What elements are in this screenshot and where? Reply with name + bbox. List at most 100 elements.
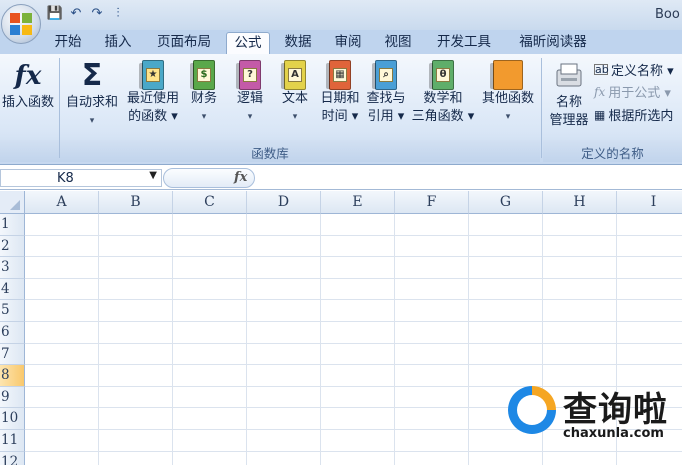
- cell[interactable]: [321, 430, 395, 452]
- date-time-button[interactable]: ▦ 日期和 时间 ▾: [318, 58, 362, 126]
- cell[interactable]: [99, 214, 173, 236]
- cell[interactable]: [25, 365, 99, 387]
- cell[interactable]: [247, 300, 321, 322]
- cell[interactable]: [25, 257, 99, 279]
- row-header-1[interactable]: 1: [0, 214, 25, 236]
- tab-home[interactable]: 开始: [48, 32, 88, 54]
- cell[interactable]: [173, 343, 247, 366]
- cell[interactable]: [617, 300, 682, 322]
- cell[interactable]: [395, 451, 469, 465]
- column-header-H[interactable]: H: [543, 191, 617, 214]
- cell[interactable]: [321, 300, 395, 322]
- column-header-I[interactable]: I: [617, 191, 682, 214]
- cell[interactable]: [543, 257, 617, 279]
- use-in-formula-button[interactable]: fx 用于公式 ▾: [594, 82, 671, 102]
- cell[interactable]: [543, 343, 617, 366]
- cell[interactable]: [617, 214, 682, 236]
- cell[interactable]: [247, 214, 321, 236]
- cell[interactable]: [543, 300, 617, 322]
- cell[interactable]: [543, 278, 617, 301]
- cell[interactable]: [321, 278, 395, 301]
- cell[interactable]: [469, 257, 543, 279]
- cell[interactable]: [543, 235, 617, 258]
- column-header-E[interactable]: E: [321, 191, 395, 214]
- cell[interactable]: [395, 408, 469, 430]
- undo-icon[interactable]: ↶: [67, 5, 85, 23]
- row-header-7[interactable]: 7: [0, 343, 25, 366]
- cell[interactable]: [617, 279, 682, 301]
- column-header-B[interactable]: B: [99, 191, 173, 214]
- cell[interactable]: [99, 257, 173, 279]
- cell[interactable]: [469, 451, 543, 465]
- insert-function-formula-bar-button[interactable]: fx: [163, 168, 255, 188]
- cell[interactable]: [395, 365, 469, 387]
- cell[interactable]: [247, 278, 321, 301]
- formula-input[interactable]: [258, 168, 682, 188]
- math-trig-button[interactable]: θ 数学和 三角函数 ▾: [410, 58, 476, 126]
- cell[interactable]: [99, 235, 173, 258]
- cell[interactable]: [25, 451, 99, 465]
- cell[interactable]: [395, 322, 469, 344]
- cell[interactable]: [247, 322, 321, 344]
- cell[interactable]: [173, 322, 247, 344]
- cell[interactable]: [543, 322, 617, 344]
- cell[interactable]: [469, 235, 543, 258]
- cell[interactable]: [173, 235, 247, 258]
- tab-insert[interactable]: 插入: [97, 32, 139, 54]
- cell[interactable]: [395, 214, 469, 236]
- tab-developer[interactable]: 开发工具: [428, 32, 500, 54]
- column-header-C[interactable]: C: [173, 191, 247, 214]
- cell[interactable]: [99, 300, 173, 322]
- cell[interactable]: [395, 430, 469, 452]
- more-functions-button[interactable]: 其他函数 ▾: [478, 58, 538, 126]
- cell[interactable]: [321, 408, 395, 430]
- office-button[interactable]: [1, 4, 41, 44]
- cell[interactable]: [25, 214, 99, 236]
- cell[interactable]: [247, 408, 321, 430]
- name-manager-button[interactable]: 名称 管理器: [545, 58, 593, 130]
- row-header-6[interactable]: 6: [0, 322, 25, 344]
- cell[interactable]: [617, 236, 682, 258]
- recently-used-button[interactable]: ★ 最近使用 的函数 ▾: [124, 58, 182, 126]
- cell[interactable]: [173, 408, 247, 430]
- tab-review[interactable]: 审阅: [327, 32, 369, 54]
- cell[interactable]: [99, 278, 173, 301]
- tab-page-layout[interactable]: 页面布局: [148, 32, 220, 54]
- cell[interactable]: [25, 430, 99, 452]
- cell[interactable]: [173, 365, 247, 387]
- column-header-D[interactable]: D: [247, 191, 321, 214]
- cell[interactable]: [617, 322, 682, 344]
- cell[interactable]: [543, 451, 617, 465]
- select-all-corner[interactable]: [0, 191, 25, 214]
- cell[interactable]: [469, 322, 543, 344]
- lookup-reference-button[interactable]: ⌕ 查找与 引用 ▾: [363, 58, 409, 126]
- cell[interactable]: [617, 257, 682, 279]
- cell[interactable]: [173, 430, 247, 452]
- cell[interactable]: [247, 430, 321, 452]
- cell[interactable]: [99, 451, 173, 465]
- cell[interactable]: [321, 214, 395, 236]
- tab-view[interactable]: 视图: [377, 32, 419, 54]
- cell[interactable]: [469, 278, 543, 301]
- cell[interactable]: [617, 344, 682, 366]
- cell[interactable]: [395, 343, 469, 366]
- financial-button[interactable]: $ 财务 ▾: [184, 58, 224, 126]
- cell[interactable]: [469, 214, 543, 236]
- cell[interactable]: [173, 257, 247, 279]
- cell[interactable]: [173, 386, 247, 409]
- cell[interactable]: [99, 365, 173, 387]
- save-icon[interactable]: 💾: [46, 5, 64, 23]
- row-header-3[interactable]: 3: [0, 257, 25, 279]
- cell[interactable]: [321, 343, 395, 366]
- row-header-2[interactable]: 2: [0, 235, 25, 258]
- cell[interactable]: [25, 386, 99, 409]
- cell[interactable]: [25, 343, 99, 366]
- tab-foxit-reader[interactable]: 福昕阅读器: [508, 32, 598, 54]
- cell[interactable]: [321, 235, 395, 258]
- cell[interactable]: [25, 300, 99, 322]
- logical-button[interactable]: ? 逻辑 ▾: [230, 58, 270, 126]
- column-header-G[interactable]: G: [469, 191, 543, 214]
- cell[interactable]: [173, 278, 247, 301]
- cell[interactable]: [247, 235, 321, 258]
- cell[interactable]: [99, 430, 173, 452]
